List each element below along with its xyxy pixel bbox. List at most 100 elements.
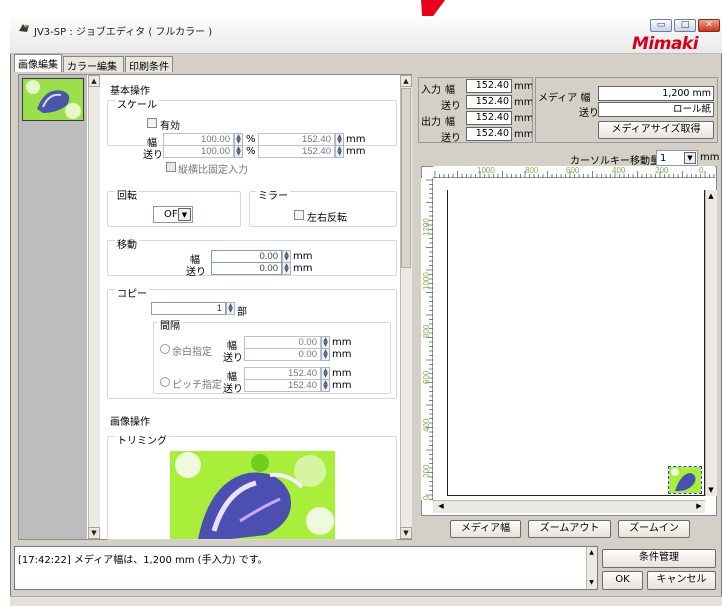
settings-scroll-up-button[interactable]: ▲: [400, 75, 412, 87]
thumb-scroll-up-button[interactable]: ▲: [88, 75, 100, 87]
ruler-h-label: 1000: [477, 166, 495, 175]
close-button[interactable]: ✕: [698, 19, 720, 32]
media-feed-value: ロール紙: [598, 102, 714, 117]
move-feed-field[interactable]: 0.00: [211, 262, 282, 275]
status-scroll-down-button[interactable]: ▼: [586, 578, 597, 588]
ruler-v-label: 800: [422, 324, 431, 338]
media-feed-label: 送り: [579, 108, 599, 119]
blank-feed-spin[interactable]: ▲ ▼: [321, 348, 330, 361]
scale-feed-label: 送り: [143, 150, 163, 161]
mirror-title: ミラー: [256, 187, 290, 202]
blank-spec-label: 余白指定: [172, 347, 212, 358]
mimaki-logo: Mimaki: [632, 34, 699, 54]
pitch-unit: mm: [332, 380, 352, 391]
copy-count-field[interactable]: 1: [151, 302, 226, 315]
thumb-scroll-down-button[interactable]: ▼: [88, 527, 100, 539]
minimize-button[interactable]: ▭: [650, 19, 672, 32]
pitch-spec-radio[interactable]: [160, 377, 170, 387]
move-feed-label: 送り: [186, 267, 206, 278]
tab-color-edit[interactable]: カラー編集: [63, 56, 124, 73]
tab-image-edit[interactable]: 画像編集: [14, 54, 62, 72]
chevron-down-icon[interactable]: ▼: [178, 208, 191, 221]
size-info-box: [418, 77, 533, 143]
ruler-h-label: 800: [525, 166, 539, 175]
settings-scroll-down-button[interactable]: ▼: [400, 527, 412, 539]
trimming-preview-image: [170, 451, 335, 539]
media-width-button[interactable]: メディア幅: [450, 520, 521, 538]
pct-unit: %: [246, 146, 256, 157]
window-title: JV3-SP : ジョブエディタ ( フルカラー ): [34, 27, 213, 38]
thumbnail-image: [23, 79, 83, 120]
chevron-down-icon[interactable]: ▼: [684, 152, 696, 164]
zoom-in-button[interactable]: ズームイン: [618, 520, 690, 538]
cursor-move-value: 1: [660, 153, 667, 164]
blank-spec-radio[interactable]: [160, 344, 170, 354]
zoom-out-button[interactable]: ズームアウト: [528, 520, 611, 538]
mm-unit: mm: [346, 146, 366, 157]
pitch-feed-spin[interactable]: ▲ ▼: [321, 379, 330, 392]
move-title: 移動: [115, 236, 139, 251]
pitch-feed-label: 送り: [223, 384, 243, 395]
blank-feed-label: 送り: [223, 353, 243, 364]
pitch-feed-field[interactable]: 152.40: [244, 379, 321, 392]
status-scroll-up-button[interactable]: ▲: [586, 548, 597, 558]
cursor-move-select[interactable]: 1 ▼: [656, 150, 698, 166]
rotate-select[interactable]: OFF ▼: [153, 206, 193, 223]
scale-feed-mm-spin[interactable]: ▲ ▼: [335, 145, 344, 158]
mirror-lr-checkbox[interactable]: [294, 210, 304, 220]
scale-enable-label: 有効: [160, 121, 180, 132]
basic-ops-heading: 基本操作: [110, 86, 150, 97]
canvas-scroll-right-button[interactable]: ▶: [693, 500, 705, 513]
ruler-v-label: 600: [422, 370, 431, 384]
pitch-spec-label: ピッチ指定: [172, 380, 222, 391]
ruler-v-label: 1200: [422, 218, 431, 236]
canvas-scroll-left-button[interactable]: ◀: [435, 500, 447, 513]
interval-title: 間隔: [158, 317, 182, 332]
canvas-scroll-down-button[interactable]: ▼: [705, 484, 717, 496]
scale-enable-checkbox[interactable]: [147, 118, 157, 128]
tab-strip: 画像編集 カラー編集 印刷条件: [14, 54, 174, 73]
scale-feed-pct-spin[interactable]: ▲ ▼: [234, 145, 243, 158]
canvas-hscrollbar[interactable]: [433, 500, 705, 513]
tab-print-conditions[interactable]: 印刷条件: [125, 56, 173, 73]
move-feed-spin[interactable]: ▲ ▼: [282, 262, 291, 275]
ok-button[interactable]: OK: [602, 571, 643, 590]
cancel-button[interactable]: キャンセル: [647, 571, 716, 590]
condition-management-button[interactable]: 条件管理: [602, 549, 716, 568]
canvas-scroll-up-button[interactable]: ▲: [705, 190, 717, 202]
cursor-move-unit: mm: [700, 152, 720, 163]
vertical-ruler: 1200 1000 800 600 400 200 0: [421, 178, 433, 500]
canvas-vscrollbar[interactable]: [705, 190, 717, 496]
placed-image[interactable]: [668, 466, 702, 494]
mirror-lr-label: 左右反転: [307, 213, 347, 224]
settings-scroll-thumb[interactable]: [401, 88, 411, 268]
status-bar: [10, 596, 722, 606]
get-media-size-button[interactable]: メディアサイズ取得: [598, 121, 714, 139]
copy-count-spin[interactable]: ▲ ▼: [226, 302, 235, 315]
placed-image-thumbnail: [669, 467, 701, 493]
aspect-lock-checkbox[interactable]: [166, 162, 176, 172]
move-unit: mm: [293, 251, 313, 262]
thumbnail-list[interactable]: [19, 75, 87, 539]
thumbnail-scrollbar[interactable]: [88, 75, 100, 539]
media-width-value: 1,200 mm: [598, 86, 714, 101]
maximize-button[interactable]: □: [674, 19, 696, 32]
copy-title: コピー: [115, 285, 149, 300]
ruler-h-label: 0: [699, 166, 704, 175]
trimming-title: トリミング: [115, 432, 169, 447]
scale-feed-mm-field[interactable]: 152.40: [258, 145, 335, 158]
media-width-label: メディア 幅: [538, 93, 591, 104]
image-ops-heading: 画像操作: [110, 417, 150, 428]
ruler-h-label: 600: [566, 166, 580, 175]
blank-feed-field[interactable]: 0.00: [244, 348, 321, 361]
thumbnail-selected[interactable]: [22, 78, 84, 121]
scale-feed-pct-field[interactable]: 100.00: [163, 145, 234, 158]
ruler-h-label: 400: [612, 166, 626, 175]
blank-unit: mm: [332, 337, 352, 348]
copy-count-unit: 部: [237, 307, 247, 318]
status-message: [17:42:22] メディア幅は、1,200 mm (手入力) です。: [18, 555, 268, 566]
media-area[interactable]: [447, 190, 705, 496]
scale-title: スケール: [115, 96, 159, 111]
pct-unit: %: [246, 134, 256, 145]
ruler-v-label: 400: [422, 418, 431, 432]
